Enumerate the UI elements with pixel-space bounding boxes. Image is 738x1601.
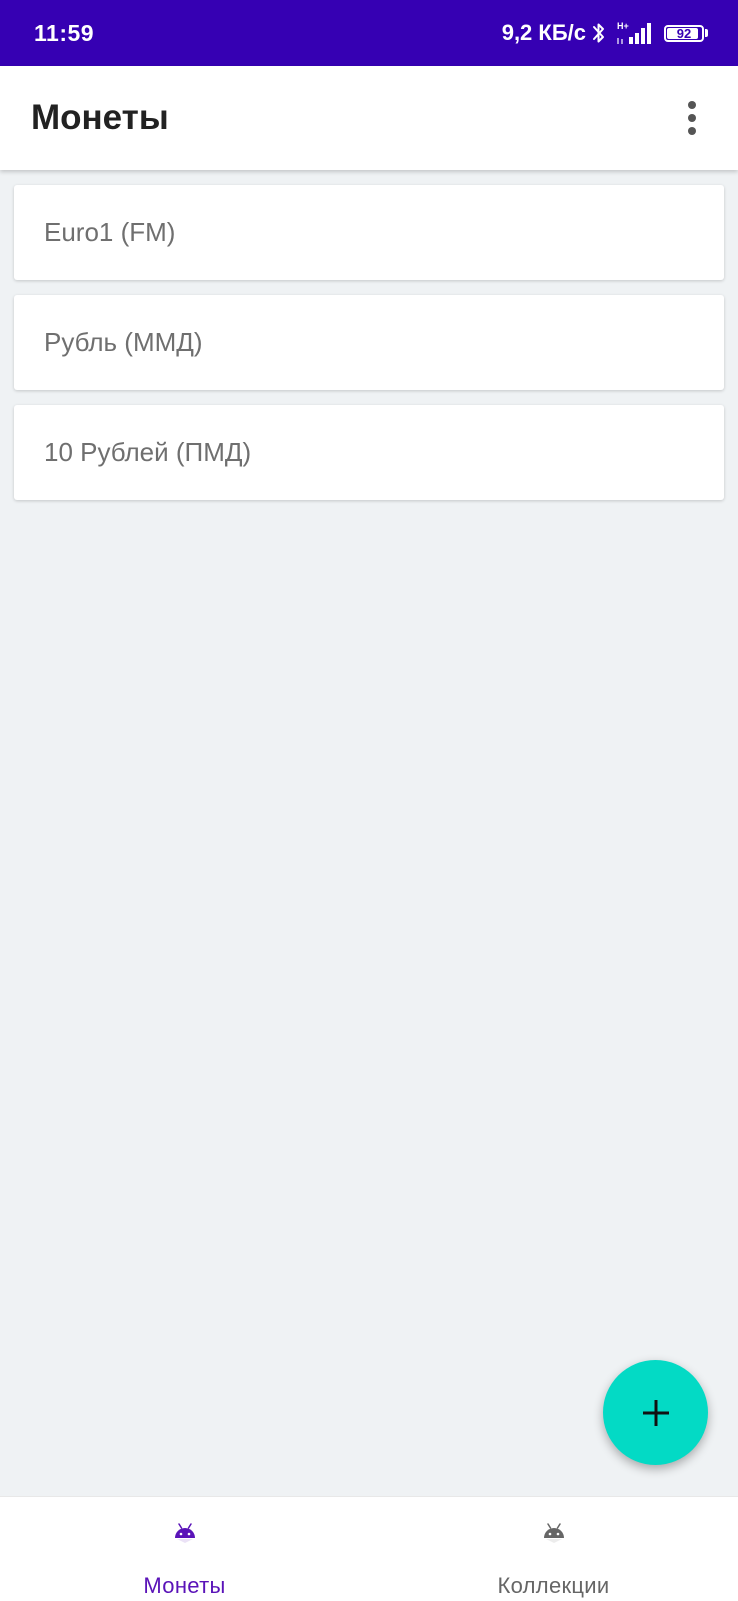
coin-label: 10 Рублей (ПМД) — [44, 437, 252, 467]
network-type-label: H+ — [617, 21, 629, 31]
nav-label: Коллекции — [497, 1573, 610, 1598]
status-bar: 11:59 9,2 КБ/с H+ 92 — [0, 0, 738, 66]
android-icon — [174, 1523, 195, 1543]
nav-item-collections[interactable]: Коллекции — [369, 1497, 738, 1601]
android-icon — [543, 1523, 564, 1543]
list-item[interactable]: Euro1 (FM) — [14, 185, 724, 280]
battery-icon: 92 — [664, 24, 704, 42]
more-vert-icon[interactable] — [664, 90, 720, 146]
bottom-navigation: Монеты Коллекции — [0, 1496, 738, 1601]
bluetooth-icon — [592, 21, 606, 45]
coin-list: Euro1 (FM) Рубль (ММД) 10 Рублей (ПМД) — [14, 185, 724, 515]
list-item[interactable]: 10 Рублей (ПМД) — [14, 405, 724, 500]
plus-icon — [642, 1399, 669, 1426]
add-coin-button[interactable] — [603, 1360, 708, 1465]
status-time: 11:59 — [34, 20, 95, 46]
status-indicators: 9,2 КБ/с H+ 92 — [502, 18, 708, 48]
nav-item-coins[interactable]: Монеты — [0, 1497, 369, 1601]
signal-icon: H+ — [616, 20, 654, 46]
nav-label: Монеты — [143, 1573, 226, 1598]
network-speed: 9,2 КБ/с — [501, 20, 586, 45]
battery-level: 92 — [676, 25, 692, 41]
coin-label: Euro1 (FM) — [44, 217, 176, 247]
app-bar: Монеты — [0, 66, 738, 170]
coin-label: Рубль (ММД) — [44, 327, 203, 357]
page-title: Монеты — [31, 98, 169, 137]
list-item[interactable]: Рубль (ММД) — [14, 295, 724, 390]
